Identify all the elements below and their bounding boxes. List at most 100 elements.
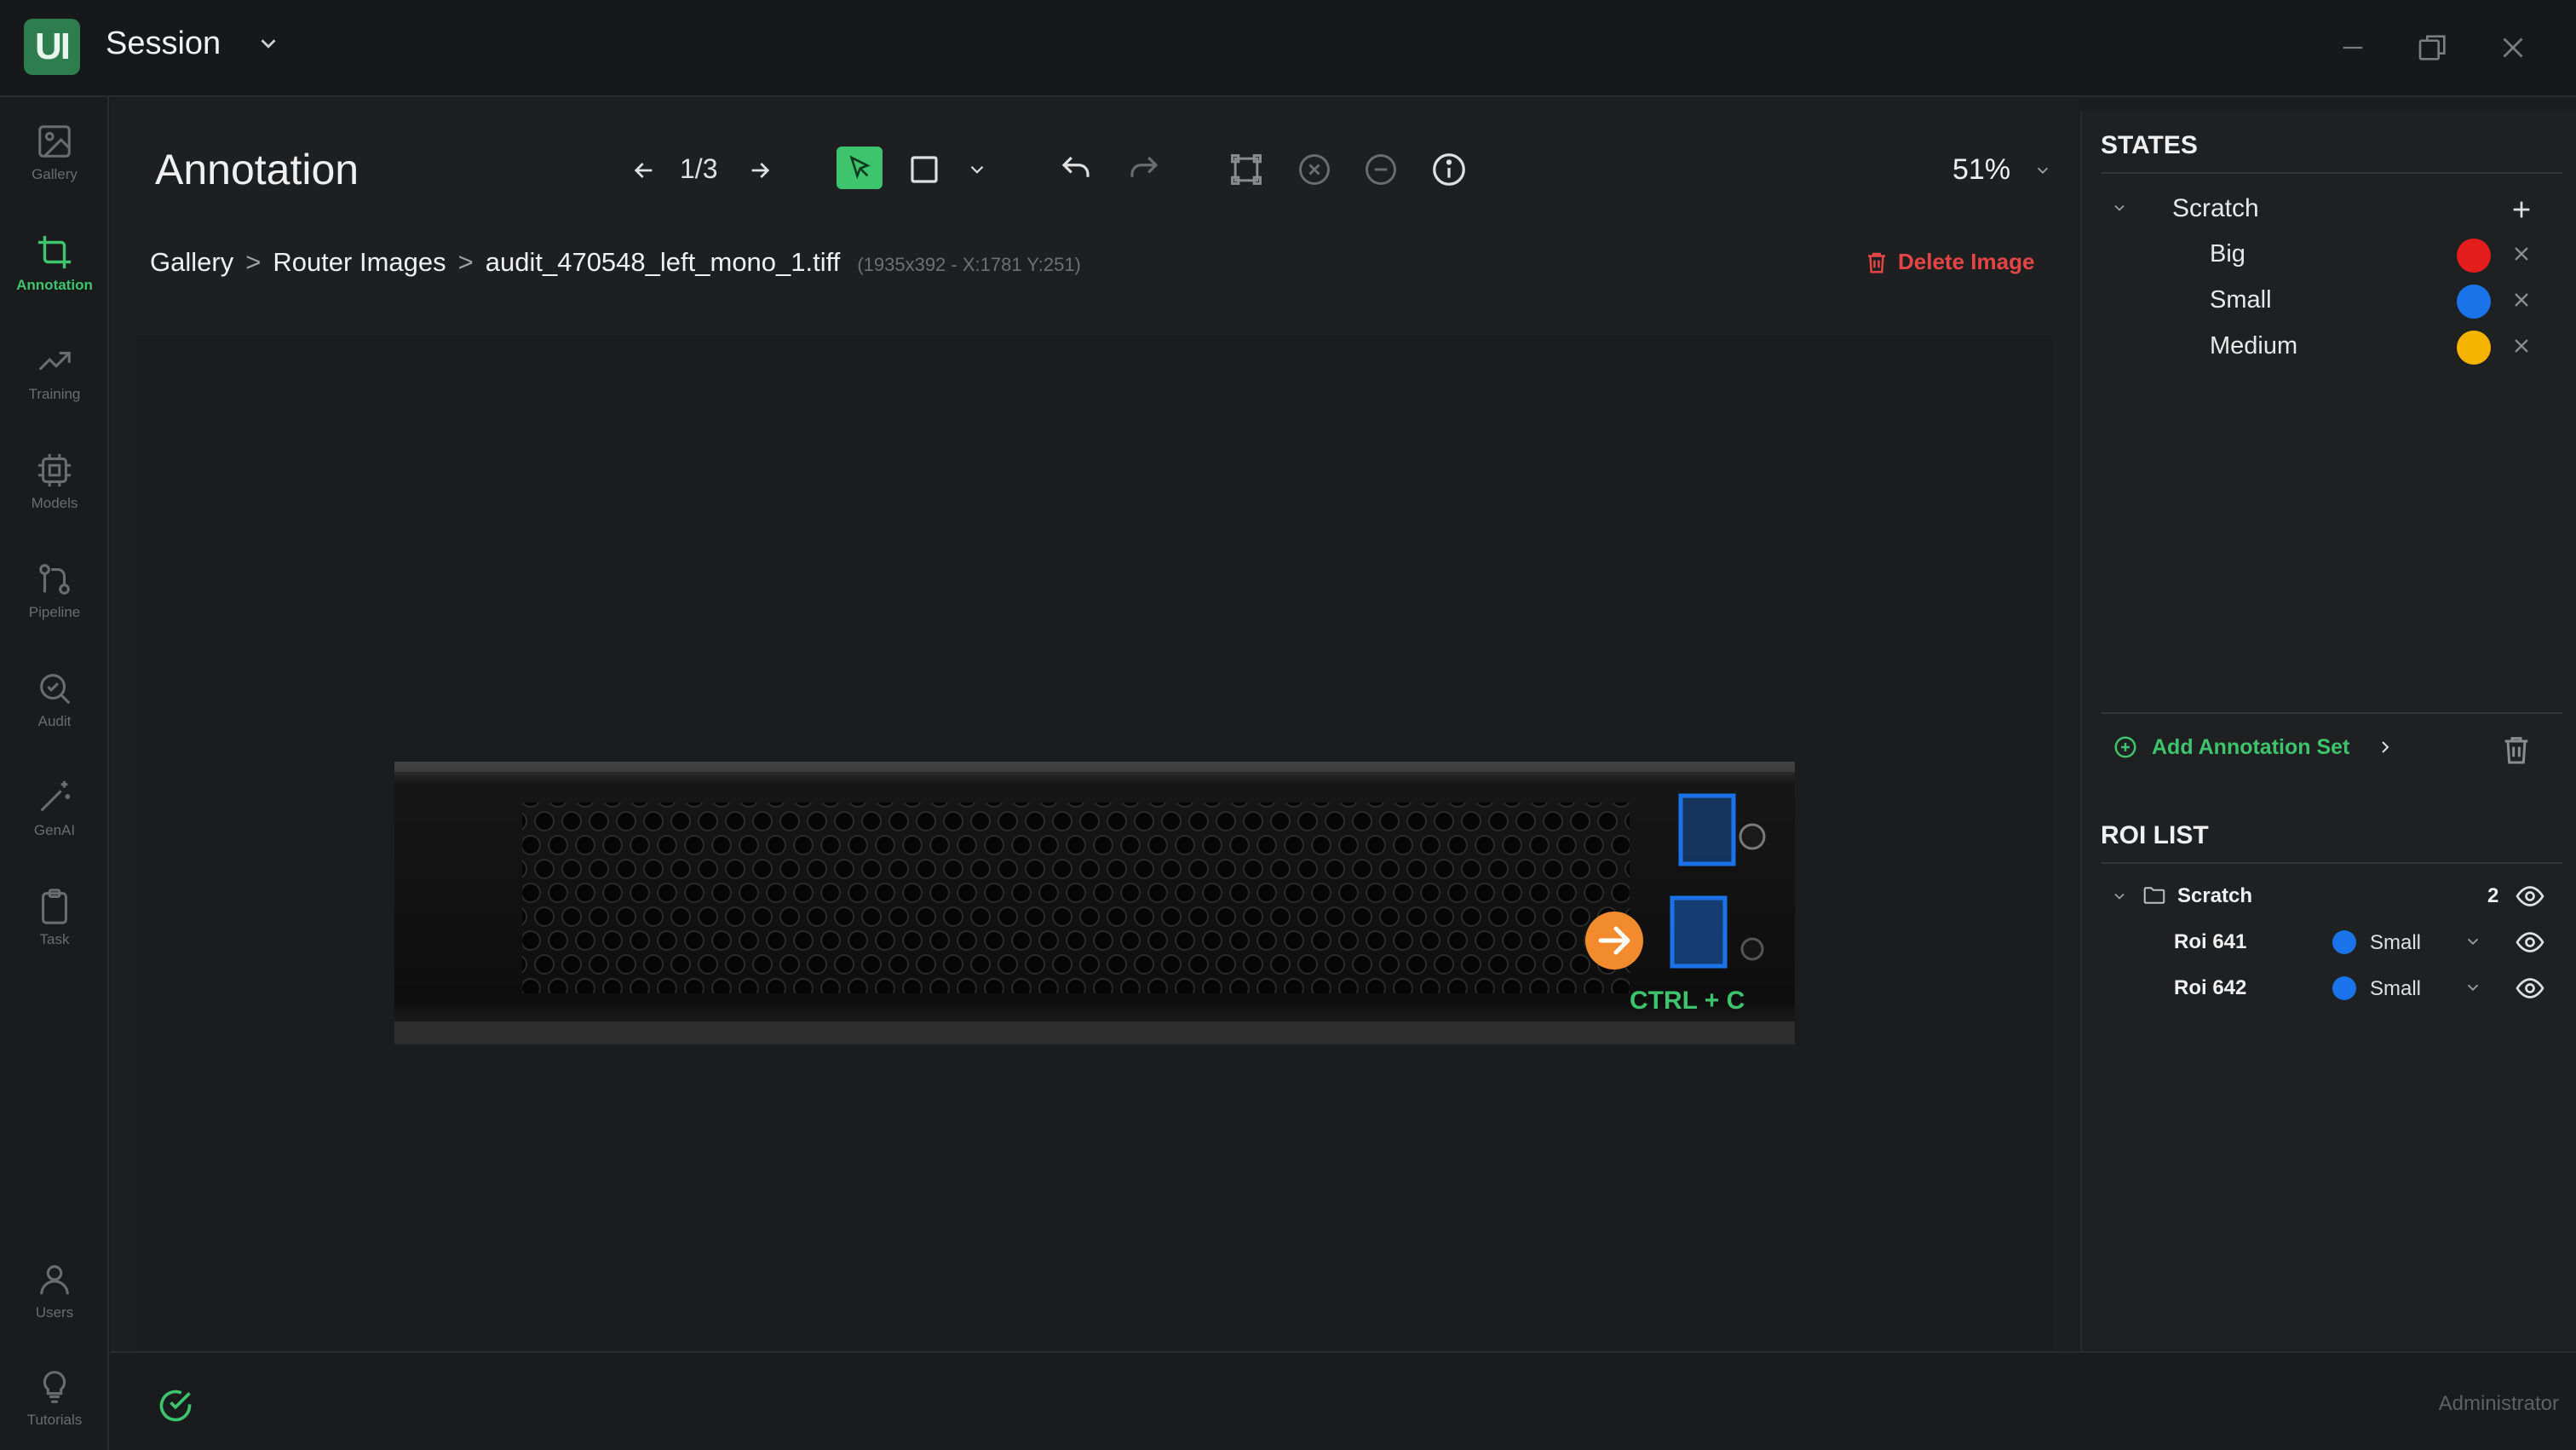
chevron-down-icon[interactable] bbox=[256, 31, 281, 56]
clear-circle-icon bbox=[1299, 154, 1330, 185]
minimize-button[interactable] bbox=[2329, 24, 2377, 72]
session-selector[interactable]: Session bbox=[106, 26, 221, 62]
state-item[interactable]: Small bbox=[2082, 278, 2576, 324]
nav-models[interactable]: Models bbox=[0, 434, 109, 528]
eye-icon[interactable] bbox=[2515, 973, 2545, 1004]
select-tool-button[interactable] bbox=[837, 147, 883, 189]
eye-icon[interactable] bbox=[2515, 881, 2545, 912]
app-logo: UI bbox=[24, 19, 80, 75]
rectangle-tool-button[interactable] bbox=[903, 148, 946, 191]
previous-image-button[interactable] bbox=[625, 152, 663, 189]
restore-button[interactable] bbox=[2409, 24, 2457, 72]
info-button[interactable] bbox=[1428, 148, 1470, 191]
roi-state-select[interactable]: Small bbox=[2370, 977, 2421, 1001]
roi-name: Roi 642 bbox=[2174, 976, 2247, 999]
right-panel: STATES Scratch Big Small Medium Add Anno… bbox=[2080, 111, 2576, 1351]
breadcrumb-separator: > bbox=[457, 247, 474, 277]
chevron-down-icon bbox=[970, 165, 984, 174]
roi-641-box[interactable] bbox=[1678, 793, 1736, 866]
eye-icon[interactable] bbox=[2515, 927, 2545, 958]
image-size-coordinates: (1935x392 - X:1781 Y:251) bbox=[857, 254, 1081, 275]
tool-options-dropdown[interactable] bbox=[963, 155, 992, 184]
clipboard-icon bbox=[42, 889, 67, 924]
nav-audit-label: Audit bbox=[37, 713, 72, 729]
bounding-box-button[interactable] bbox=[1225, 148, 1268, 191]
nav-task[interactable]: Task bbox=[0, 871, 109, 964]
redo-button[interactable] bbox=[1123, 148, 1165, 191]
nav-users[interactable]: Users bbox=[0, 1244, 109, 1338]
nav-gallery[interactable]: Gallery bbox=[0, 106, 109, 199]
select-cursor-icon bbox=[849, 155, 871, 180]
nav-gallery-label: Gallery bbox=[32, 166, 78, 182]
delete-image-button[interactable]: Delete Image bbox=[1864, 249, 2034, 275]
state-color-swatch[interactable] bbox=[2457, 285, 2491, 319]
state-color-swatch[interactable] bbox=[2457, 331, 2491, 365]
annotation-workspace: Annotation 1/3 51% Gallery > Router Imag… bbox=[111, 99, 2079, 1351]
chevron-down-icon bbox=[2114, 204, 2125, 211]
states-group-scratch[interactable]: Scratch bbox=[2082, 186, 2576, 232]
roi-item[interactable]: Roi 641 Small bbox=[2082, 920, 2576, 964]
state-item[interactable]: Medium bbox=[2082, 324, 2576, 370]
breadcrumb-separator: > bbox=[245, 247, 262, 277]
trend-icon bbox=[38, 351, 71, 371]
nav-tutorials[interactable]: Tutorials bbox=[0, 1351, 109, 1445]
drag-cursor bbox=[1585, 912, 1643, 970]
roi-count: 2 bbox=[2487, 884, 2499, 907]
copy-shortcut-hint: CTRL + C bbox=[1630, 987, 1745, 1015]
roi-642-box[interactable] bbox=[1670, 895, 1728, 969]
roi-name: Roi 641 bbox=[2174, 930, 2247, 953]
chevron-right-icon bbox=[2382, 741, 2389, 753]
nav-tutorials-label: Tutorials bbox=[26, 1412, 83, 1428]
chevron-down-icon[interactable] bbox=[2464, 932, 2482, 951]
info-icon bbox=[1433, 153, 1465, 186]
trash-icon[interactable] bbox=[2499, 733, 2533, 767]
add-annotation-set-label: Add Annotation Set bbox=[2152, 734, 2350, 759]
image-canvas[interactable]: CTRL + C bbox=[136, 336, 2053, 1351]
delete-image-label: Delete Image bbox=[1898, 249, 2035, 274]
image-pager: 1/3 bbox=[680, 153, 718, 184]
chevron-down-icon[interactable] bbox=[2464, 978, 2482, 997]
title-bar: UI Session bbox=[0, 0, 2576, 97]
nav-training[interactable]: Training bbox=[0, 325, 109, 419]
roi-state-select[interactable]: Small bbox=[2370, 931, 2421, 955]
remove-button[interactable] bbox=[1360, 148, 1402, 191]
add-annotation-set-button[interactable]: Add Annotation Set bbox=[2113, 734, 2395, 760]
state-color-swatch[interactable] bbox=[2457, 239, 2491, 273]
state-name: Medium bbox=[2210, 332, 2298, 360]
states-group-label: Scratch bbox=[2172, 194, 2259, 222]
divider bbox=[2101, 862, 2562, 864]
plus-icon[interactable] bbox=[2508, 196, 2535, 223]
zoom-level[interactable]: 51% bbox=[1952, 153, 2010, 187]
close-icon[interactable] bbox=[2510, 242, 2533, 266]
nav-models-label: Models bbox=[31, 495, 78, 511]
nav-genai[interactable]: GenAI bbox=[0, 762, 109, 855]
zoom-dropdown[interactable] bbox=[2031, 158, 2055, 182]
current-user: Administrator bbox=[2438, 1392, 2559, 1415]
bulb-icon bbox=[43, 1371, 66, 1403]
chip-icon bbox=[37, 453, 72, 487]
nav-genai-label: GenAI bbox=[33, 822, 76, 838]
nav-annotation[interactable]: Annotation bbox=[0, 216, 109, 310]
roi-item[interactable]: Roi 642 Small bbox=[2082, 966, 2576, 1010]
check-circle-icon bbox=[159, 1390, 192, 1422]
state-item[interactable]: Big bbox=[2082, 232, 2576, 278]
close-button[interactable] bbox=[2489, 24, 2537, 72]
next-image-button[interactable] bbox=[741, 152, 779, 189]
chevron-down-icon bbox=[2114, 893, 2125, 900]
roi-state-swatch bbox=[2332, 976, 2356, 1000]
router-image[interactable]: CTRL + C bbox=[394, 762, 1795, 1044]
close-icon[interactable] bbox=[2510, 288, 2533, 312]
app-window: UI Session Gallery Annotation Training M… bbox=[0, 0, 2576, 1450]
close-icon bbox=[2503, 37, 2523, 58]
image-icon bbox=[38, 125, 71, 158]
nav-pipeline[interactable]: Pipeline bbox=[0, 544, 109, 637]
breadcrumb-router-images[interactable]: Router Images bbox=[273, 247, 446, 278]
breadcrumb-gallery[interactable]: Gallery bbox=[150, 247, 233, 278]
nav-users-label: Users bbox=[35, 1304, 74, 1321]
pipeline-icon bbox=[39, 564, 70, 595]
clear-button[interactable] bbox=[1293, 148, 1336, 191]
nav-audit[interactable]: Audit bbox=[0, 653, 109, 746]
undo-button[interactable] bbox=[1055, 148, 1097, 191]
close-icon[interactable] bbox=[2510, 334, 2533, 358]
roi-group-scratch[interactable]: Scratch 2 bbox=[2082, 874, 2576, 918]
